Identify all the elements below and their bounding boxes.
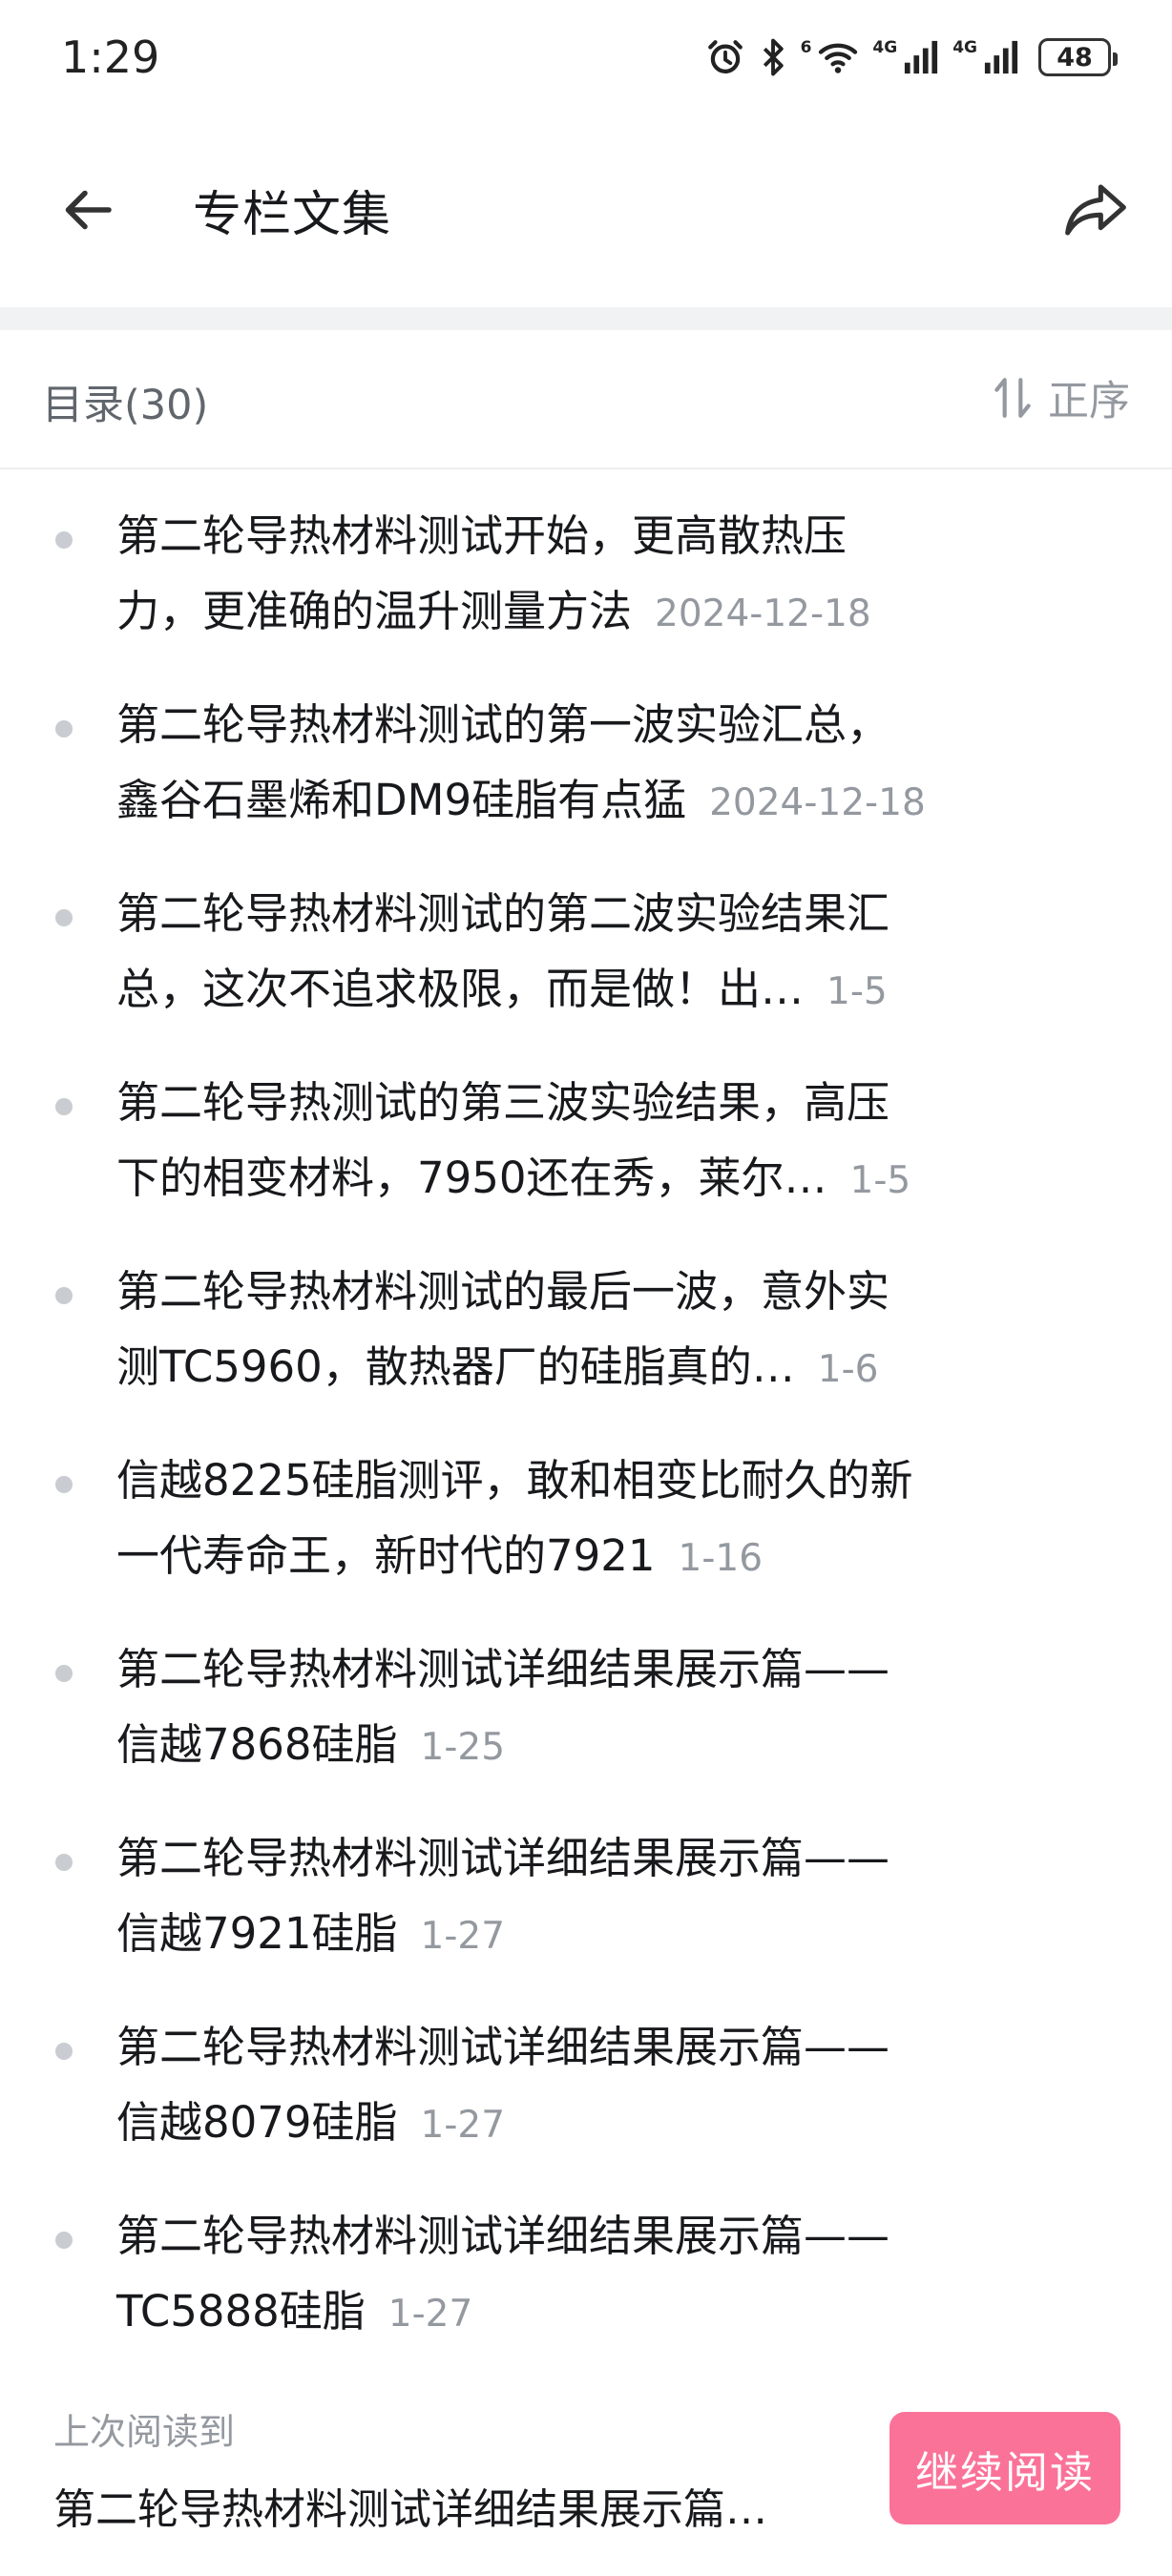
article-title: 信越8225硅脂测评，敢和相变比耐久的新 一代寿命王，新时代的7921 1-16 [116,1443,1014,1596]
bullet-dot [55,1098,73,1115]
list-item[interactable]: 第二轮导热材料测试详细结果展示篇—— 信越7868硅脂 1-25 [0,1610,1172,1799]
article-title-line: 一代寿命王，新时代的7921 [116,1530,656,1581]
article-date: 1-25 [420,1726,506,1769]
article-title-line: 信越8225硅脂测评，敢和相变比耐久的新 [116,1455,913,1506]
bluetooth-icon [759,37,787,77]
arrow-left-icon [65,190,112,230]
toc-count: 目录(30) [42,382,209,429]
article-title-line: 第二轮导热材料测试详细结果展示篇—— [116,1644,890,1694]
article-title: 第二轮导热材料测试详细结果展示篇—— 信越7921硅脂 1-27 [116,1820,1014,1974]
article-title-line: 下的相变材料，7950还在秀，莱尔… [116,1153,827,1203]
signal-label-2: 4G [952,38,977,57]
article-title: 第二轮导热材料测试的第二波实验结果汇 总，这次不追求极限，而是做！出… 1-5 [116,876,1014,1029]
article-title: 第二轮导热材料测试详细结果展示篇—— 信越8079硅脂 1-27 [116,2009,1014,2163]
page-title: 专栏文集 [193,187,392,243]
article-date: 1-5 [827,970,888,1013]
article-title-line: 力，更准确的温升测量方法 [116,586,633,636]
toc-header: 目录(30) 正序 [0,330,1172,469]
article-title-line: 鑫谷石墨烯和DM9硅脂有点猛 [116,775,687,825]
bullet-dot [55,2043,73,2060]
bullet-dot [55,1287,73,1304]
status-bar: 1:29 6 4G 4G 48 [0,0,1172,114]
resume-article-title[interactable]: 第二轮导热材料测试详细结果展示篇… [53,2475,836,2536]
article-date: 1-27 [387,2293,473,2336]
alarm-icon [705,37,745,77]
bullet-dot [55,1854,73,1871]
article-title-line: 第二轮导热材料测试详细结果展示篇—— [116,2211,890,2261]
article-date: 1-27 [420,2104,506,2147]
article-title-line: 第二轮导热材料测试详细结果展示篇—— [116,1833,890,1883]
sort-label: 正序 [1048,378,1130,426]
bullet-dot [55,1665,73,1682]
article-title-line: 第二轮导热测试的第三波实验结果，高压 [116,1077,890,1128]
article-title-line: 信越7921硅脂 [116,1908,398,1959]
article-title: 第二轮导热材料测试的最后一波，意外实 测TC5960，散热器厂的硅脂真的… 1-6 [116,1254,1014,1407]
continue-reading-button[interactable]: 继续阅读 [889,2412,1120,2524]
article-title-line: TC5888硅脂 [116,2286,366,2337]
bullet-dot [55,720,73,737]
wifi-icon [817,40,859,74]
back-button[interactable] [55,176,124,244]
article-title: 第二轮导热材料测试详细结果展示篇—— 信越7868硅脂 1-25 [116,1631,1014,1785]
article-title-line: 测TC5960，散热器厂的硅脂真的… [116,1341,795,1392]
signal-icon [983,38,1019,76]
battery-indicator: 48 [1038,38,1118,76]
article-date: 2024-12-18 [709,781,926,824]
share-button[interactable] [1057,172,1134,248]
status-icons: 6 4G 4G 48 [705,37,1118,77]
article-date: 1-5 [849,1159,911,1202]
list-item[interactable]: 第二轮导热材料测试的第一波实验汇总， 鑫谷石墨烯和DM9硅脂有点猛 2024-12… [0,666,1172,855]
article-title: 第二轮导热材料测试详细结果展示篇—— TC5888硅脂 1-27 [116,2198,1014,2352]
article-date: 1-16 [678,1537,764,1580]
article-title-line: 第二轮导热材料测试开始，更高散热压 [116,510,848,561]
article-title-line: 第二轮导热材料测试的第二波实验结果汇 [116,888,890,939]
article-title-line: 信越8079硅脂 [116,2097,398,2148]
article-date: 1-6 [817,1348,879,1391]
section-divider [0,307,1172,330]
list-item[interactable]: 第二轮导热材料测试详细结果展示篇—— TC5888硅脂 1-27 [0,2177,1172,2366]
status-time: 1:29 [61,31,160,83]
bullet-dot [55,909,73,926]
article-date: 2024-12-18 [655,592,871,635]
wifi-label: 6 [800,38,812,57]
article-date: 1-27 [420,1915,506,1958]
list-item[interactable]: 第二轮导热材料测试开始，更高散热压 力，更准确的温升测量方法 2024-12-18 [0,477,1172,666]
article-title: 第二轮导热测试的第三波实验结果，高压 下的相变材料，7950还在秀，莱尔… 1-5 [116,1065,1014,1218]
bullet-dot [55,531,73,549]
sort-icon [994,378,1031,418]
share-icon [1065,184,1126,236]
list-item[interactable]: 第二轮导热测试的第三波实验结果，高压 下的相变材料，7950还在秀，莱尔… 1-5 [0,1044,1172,1233]
article-title-line: 第二轮导热材料测试的最后一波，意外实 [116,1266,890,1317]
resume-reading-bar: 上次阅读到 第二轮导热材料测试详细结果展示篇… 继续阅读 [0,2370,1172,2576]
bullet-dot [55,2232,73,2249]
article-title-line: 信越7868硅脂 [116,1719,398,1770]
article-title-line: 第二轮导热材料测试的第一波实验汇总， [116,699,890,750]
article-title: 第二轮导热材料测试的第一波实验汇总， 鑫谷石墨烯和DM9硅脂有点猛 2024-12… [116,687,1014,841]
signal-label-1: 4G [872,38,898,57]
article-title-line: 第二轮导热材料测试详细结果展示篇—— [116,2022,890,2072]
resume-label: 上次阅读到 [53,2411,236,2453]
list-item[interactable]: 信越8225硅脂测评，敢和相变比耐久的新 一代寿命王，新时代的7921 1-16 [0,1422,1172,1610]
list-item[interactable]: 第二轮导热材料测试详细结果展示篇—— 信越7921硅脂 1-27 [0,1799,1172,1988]
signal-icon [903,38,939,76]
sort-order-button[interactable]: 正序 [991,368,1130,427]
app-header: 专栏文集 [0,114,1172,305]
list-item[interactable]: 第二轮导热材料测试的最后一波，意外实 测TC5960，散热器厂的硅脂真的… 1-6 [0,1233,1172,1422]
list-item[interactable]: 第二轮导热材料测试详细结果展示篇—— 信越8079硅脂 1-27 [0,1988,1172,2177]
article-title-line: 总，这次不追求极限，而是做！出… [116,964,805,1014]
bullet-dot [55,1476,73,1493]
article-title: 第二轮导热材料测试开始，更高散热压 力，更准确的温升测量方法 2024-12-18 [116,498,1014,652]
list-item[interactable]: 第二轮导热材料测试的第二波实验结果汇 总，这次不追求极限，而是做！出… 1-5 [0,855,1172,1044]
